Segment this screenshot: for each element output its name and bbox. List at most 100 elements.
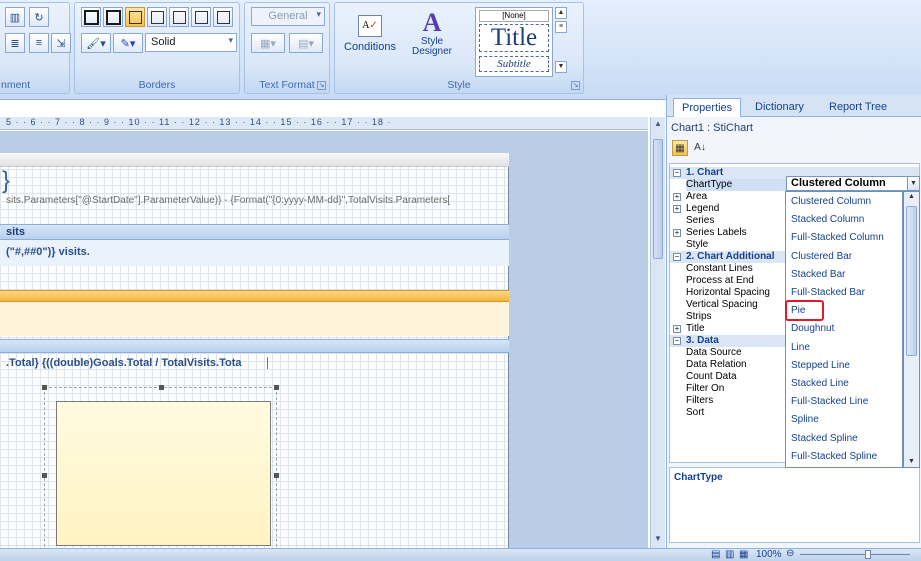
chart-component[interactable]: [42, 385, 279, 548]
chart-type-option[interactable]: Clustered Bar: [791, 251, 852, 262]
dialog-launcher-icon[interactable]: ↘: [571, 81, 580, 90]
scrollbar-thumb[interactable]: [906, 206, 917, 356]
dialog-launcher-icon[interactable]: ↘: [317, 81, 326, 90]
page-header-band[interactable]: [0, 153, 509, 167]
chart-type-option[interactable]: Stacked Line: [791, 378, 849, 389]
gallery-up-icon[interactable]: ▲: [555, 7, 567, 19]
chart-type-option[interactable]: Full-Stacked Spline: [791, 451, 877, 462]
chart-type-option[interactable]: Full-Stacked Bar: [791, 287, 865, 298]
zoom-slider[interactable]: [800, 554, 910, 555]
chart-type-option[interactable]: Stacked Spline: [791, 433, 858, 444]
border-top-button[interactable]: [169, 7, 189, 27]
chart-type-dropdown-list[interactable]: Clustered Column Stacked Column Full-Stack…: [785, 191, 903, 468]
word-wrap-icon[interactable]: ⇲: [51, 33, 71, 53]
rotate-icon[interactable]: ↻: [29, 7, 49, 27]
categorized-view-icon[interactable]: ▦: [672, 140, 688, 156]
chart-type-option[interactable]: Stacked Bar: [791, 269, 845, 280]
border-all-button[interactable]: [81, 7, 101, 27]
format-currency-icon[interactable]: ▤▾: [289, 33, 323, 53]
parameters-expression[interactable]: sits.Parameters["@StartDate"].ParameterV…: [6, 195, 509, 206]
border-color-icon[interactable]: ✎▾: [113, 33, 143, 53]
sort-alphabetical-icon[interactable]: A↓: [692, 140, 708, 156]
resize-handle[interactable]: [42, 473, 47, 478]
expand-icon[interactable]: +: [673, 193, 681, 201]
report-page[interactable]: } sits.Parameters["@StartDate"].Paramete…: [0, 153, 509, 548]
align-right-icon[interactable]: ≣: [5, 33, 25, 53]
chevron-down-icon[interactable]: ▼: [907, 176, 920, 191]
group-band-header[interactable]: [0, 290, 509, 302]
ribbon: ▥ ↻ ≣ ≡ ⇲ nment 🖌▾ ✎▾ Solid ▾ Borders Ge…: [0, 0, 921, 100]
style-gallery[interactable]: [None] Title Subtitle: [475, 7, 553, 77]
selected-object-name[interactable]: Chart1 : StiChart: [671, 122, 753, 134]
chart-type-option[interactable]: Stacked Column: [791, 214, 864, 225]
data-band-body[interactable]: ("#,##0")} visits.: [0, 240, 509, 266]
property-label: Data Source: [686, 347, 742, 358]
gallery-more-icon[interactable]: ≡: [555, 21, 567, 33]
zoom-out-icon[interactable]: ⊖: [786, 548, 794, 559]
expand-icon[interactable]: +: [673, 205, 681, 213]
view-page-icon[interactable]: ▦: [739, 549, 748, 560]
conditions-button[interactable]: A✓ Conditions: [341, 7, 399, 63]
style-designer-button[interactable]: A Style Designer: [405, 7, 459, 63]
chart-type-option[interactable]: Full-Stacked Line: [791, 396, 868, 407]
scroll-down-icon[interactable]: ▼: [906, 458, 917, 465]
resize-handle[interactable]: [42, 385, 47, 390]
expand-icon[interactable]: +: [673, 325, 681, 333]
align-justify-icon[interactable]: ≡: [29, 33, 49, 53]
chart-type-option[interactable]: Full-Stacked Column: [791, 232, 884, 243]
view-multi-icon[interactable]: ▥: [725, 549, 734, 560]
design-surface[interactable]: } sits.Parameters["@StartDate"].Paramete…: [0, 131, 648, 548]
property-label: 1. Chart: [686, 167, 724, 178]
align-columns-icon[interactable]: ▥: [5, 7, 25, 27]
tab-properties[interactable]: Properties: [673, 98, 742, 117]
view-single-icon[interactable]: ▤: [711, 549, 720, 560]
border-box-button[interactable]: [103, 7, 123, 27]
format-number-icon[interactable]: ▦▾: [251, 33, 285, 53]
data-band-header[interactable]: sits: [0, 224, 509, 240]
border-right-button[interactable]: [147, 7, 167, 27]
visits-expression[interactable]: ("#,##0")} visits.: [6, 246, 90, 258]
expand-icon[interactable]: +: [673, 229, 681, 237]
border-none-button[interactable]: [213, 7, 233, 27]
property-label: Area: [686, 191, 708, 202]
chart-type-option[interactable]: Spline: [791, 414, 819, 425]
property-label: 2. Chart Additional: [686, 251, 775, 262]
tab-dictionary[interactable]: Dictionary: [747, 98, 812, 117]
brace-text[interactable]: }: [2, 167, 10, 195]
chart-type-option[interactable]: Doughnut: [791, 323, 834, 334]
property-label: Filter On: [686, 383, 725, 394]
style-none[interactable]: [None]: [479, 10, 549, 22]
style-title[interactable]: Title: [479, 24, 549, 52]
collapse-icon[interactable]: −: [673, 253, 681, 261]
style-subtitle[interactable]: Subtitle: [479, 56, 549, 72]
collapse-icon[interactable]: −: [673, 337, 681, 345]
footer-band-header[interactable]: [0, 339, 509, 353]
chart-type-option[interactable]: Line: [791, 342, 810, 353]
resize-handle[interactable]: [274, 385, 279, 390]
goals-expression[interactable]: .Total} {((double)Goals.Total / TotalVis…: [6, 357, 268, 369]
chart-area[interactable]: [56, 401, 271, 546]
zoom-level: 100%: [756, 549, 782, 560]
border-style-combo[interactable]: Solid ▾: [145, 33, 237, 52]
scroll-down-icon[interactable]: ▼: [653, 534, 663, 546]
design-vertical-scrollbar[interactable]: ▲ ▼: [650, 117, 665, 548]
text-format-combo[interactable]: General ▾: [251, 7, 325, 26]
conditions-icon: A✓: [358, 15, 382, 37]
scroll-up-icon[interactable]: ▲: [653, 119, 663, 131]
tab-report-tree[interactable]: Report Tree: [821, 98, 895, 117]
fill-color-icon[interactable]: 🖌▾: [81, 33, 111, 53]
chart-type-option[interactable]: Stepped Line: [791, 360, 850, 371]
group-band-body[interactable]: [0, 302, 509, 336]
chart-type-option[interactable]: Clustered Column: [791, 196, 871, 207]
border-bottom-button[interactable]: [191, 7, 211, 27]
dropdown-scrollbar[interactable]: ▲ ▼: [903, 191, 920, 468]
chart-type-value[interactable]: Clustered Column: [786, 176, 909, 191]
zoom-slider-thumb[interactable]: [865, 550, 871, 559]
scroll-up-icon[interactable]: ▲: [906, 193, 917, 200]
collapse-icon[interactable]: −: [673, 169, 681, 177]
resize-handle[interactable]: [159, 385, 164, 390]
border-left-button[interactable]: [125, 7, 145, 27]
scrollbar-thumb[interactable]: [653, 139, 663, 259]
gallery-down-icon[interactable]: ▼: [555, 61, 567, 73]
resize-handle[interactable]: [274, 473, 279, 478]
